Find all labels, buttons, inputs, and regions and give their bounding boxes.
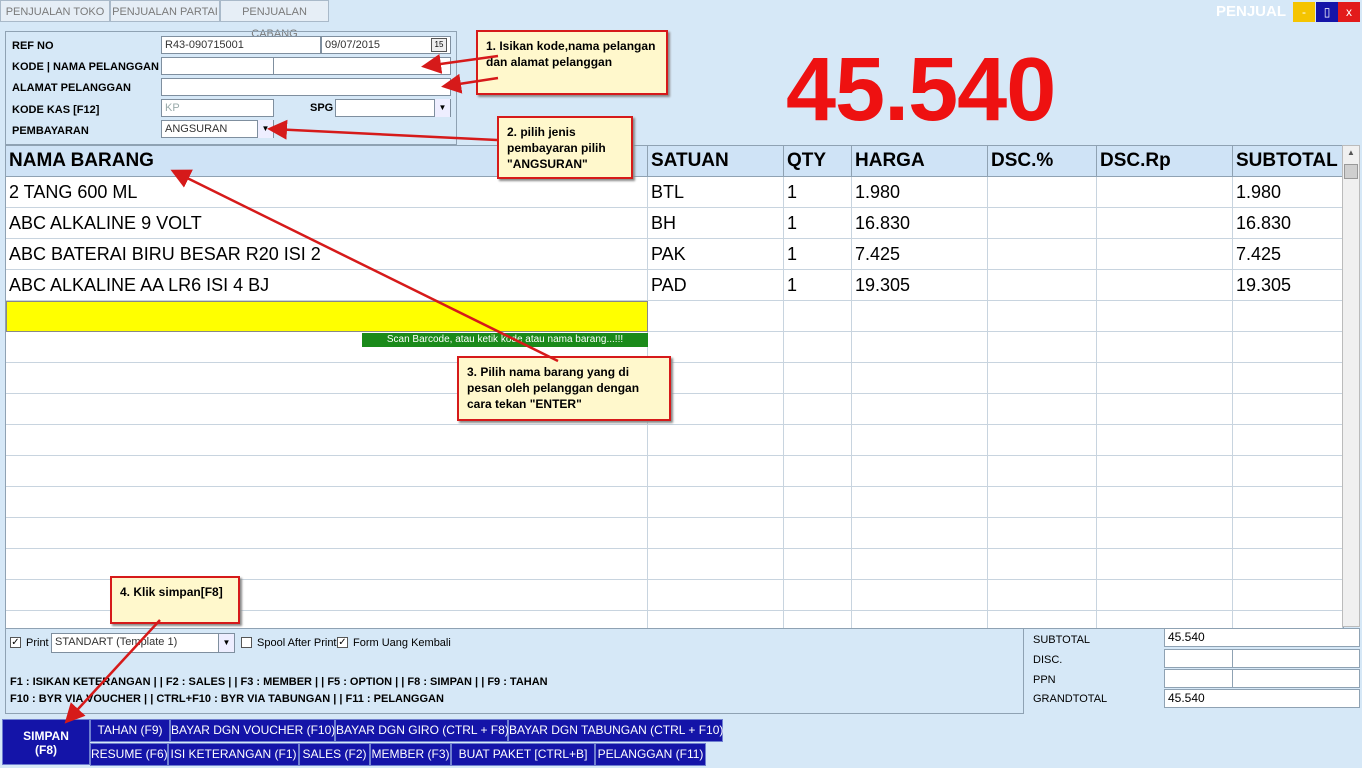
arrow-step-1b [441,73,499,94]
arrow-step-3 [170,169,559,363]
arrow-step-1a [421,54,499,74]
arrow-step-4 [64,619,161,724]
annotation-arrows [64,54,559,724]
arrow-step-2 [267,119,498,142]
